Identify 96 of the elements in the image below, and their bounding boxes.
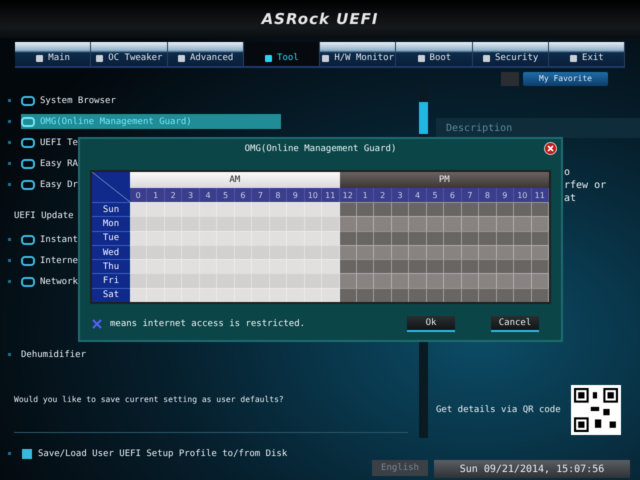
menu-item[interactable]: Easy Dr bbox=[21, 177, 82, 192]
hour-header: 6 bbox=[444, 188, 462, 202]
menu-item[interactable]: Save/Load User UEFI Setup Profile to/from Disk bbox=[21, 446, 292, 461]
time-slot[interactable] bbox=[479, 288, 497, 302]
menu-item-icon bbox=[21, 158, 35, 170]
tab-icon bbox=[569, 54, 578, 63]
time-slot[interactable] bbox=[130, 288, 148, 302]
tab-icon bbox=[482, 54, 491, 63]
hour-header: 6 bbox=[234, 188, 252, 202]
time-slot[interactable] bbox=[147, 288, 165, 302]
menu-tab[interactable]: Boot bbox=[396, 42, 472, 66]
qr-label: Get details via QR code bbox=[436, 405, 561, 415]
day-label: Tue bbox=[92, 230, 130, 245]
save-prompt: Would you like to save current setting as user defaults? bbox=[13, 395, 285, 404]
hour-header: 0 bbox=[130, 188, 148, 202]
tab-icon bbox=[35, 54, 44, 63]
favorite-button[interactable]: My Favorite bbox=[523, 72, 608, 86]
time-slot[interactable] bbox=[287, 288, 305, 302]
menu-tab[interactable]: Tool bbox=[244, 42, 320, 66]
hour-header: 1 bbox=[147, 188, 165, 202]
description-text: rfew or bbox=[564, 179, 606, 192]
time-slot[interactable] bbox=[409, 288, 427, 302]
hour-header: 3 bbox=[392, 188, 410, 202]
time-slot[interactable] bbox=[322, 288, 340, 302]
hour-header: 10 bbox=[304, 188, 322, 202]
hour-header: 11 bbox=[322, 188, 340, 202]
menu-tab[interactable]: Main bbox=[15, 42, 92, 66]
menu-item[interactable]: Interne bbox=[21, 253, 82, 268]
hour-header: 8 bbox=[270, 188, 288, 202]
corner-cell bbox=[92, 172, 130, 202]
dialog-button[interactable]: Cancel bbox=[491, 316, 539, 332]
dialog-title: OMG(Online Management Guard) bbox=[244, 144, 396, 154]
menu-item-icon bbox=[21, 94, 35, 106]
hour-header: 11 bbox=[532, 188, 549, 202]
hour-header: 5 bbox=[217, 188, 235, 202]
day-label: Fri bbox=[92, 273, 130, 288]
menu-item-icon bbox=[21, 136, 35, 148]
time-slot[interactable] bbox=[374, 288, 392, 302]
pm-header: PM bbox=[340, 172, 549, 188]
day-label: Wed bbox=[92, 244, 130, 260]
hour-header: 3 bbox=[182, 188, 200, 202]
tab-icon bbox=[95, 54, 104, 63]
date-time: Sun 09/21/2014, 15:07:56 bbox=[434, 460, 630, 478]
hour-header: 9 bbox=[496, 188, 514, 202]
menu-item-icon bbox=[21, 254, 35, 266]
menu-item[interactable]: UEFI Te bbox=[21, 135, 82, 150]
time-slot[interactable] bbox=[514, 288, 532, 302]
menu-item[interactable]: Easy RA bbox=[21, 156, 82, 171]
menu-item-icon bbox=[21, 178, 35, 190]
tab-icon bbox=[176, 54, 186, 63]
hour-header: 10 bbox=[514, 188, 532, 202]
close-icon[interactable] bbox=[544, 142, 557, 155]
menu-tab[interactable]: Exit bbox=[548, 42, 625, 66]
time-slot[interactable] bbox=[182, 288, 200, 302]
description-text: o bbox=[564, 166, 570, 179]
hour-header: 1 bbox=[356, 188, 374, 202]
menu-tab[interactable]: Security bbox=[472, 42, 549, 66]
tab-icon bbox=[264, 54, 274, 63]
menu-item-icon bbox=[21, 276, 35, 288]
hour-header: 2 bbox=[374, 188, 392, 202]
qr-code-icon bbox=[570, 385, 621, 435]
setting-label: Dehumidifier bbox=[21, 350, 86, 360]
time-slot[interactable] bbox=[444, 288, 462, 302]
menu-item[interactable]: Network bbox=[21, 274, 82, 289]
menu-item-icon bbox=[21, 116, 35, 128]
hour-header: 9 bbox=[287, 188, 305, 202]
hour-header: 5 bbox=[426, 188, 444, 202]
menu-item[interactable]: System Browser bbox=[21, 93, 120, 108]
day-label: Sat bbox=[92, 288, 130, 302]
day-label: Thu bbox=[92, 259, 130, 274]
time-slot[interactable] bbox=[217, 288, 235, 302]
menu-tab[interactable]: OC Tweaker bbox=[91, 42, 168, 66]
hour-header: 12 bbox=[340, 188, 357, 202]
legend-text: means internet access is restricted. bbox=[110, 319, 306, 330]
time-slot[interactable] bbox=[252, 288, 270, 302]
menu-item-icon bbox=[21, 234, 35, 246]
section-label: UEFI Update bbox=[14, 211, 74, 221]
cross-icon bbox=[92, 319, 102, 330]
tab-icon bbox=[321, 54, 330, 63]
hour-header: 4 bbox=[409, 188, 427, 202]
description-text: at bbox=[564, 192, 576, 205]
dropdown-toggle[interactable] bbox=[501, 72, 520, 86]
hour-header: 2 bbox=[164, 188, 182, 202]
day-label: Sun bbox=[92, 202, 130, 216]
menu-tab[interactable]: H/W Monitor bbox=[320, 42, 396, 66]
hour-header: 7 bbox=[462, 188, 480, 202]
tab-icon bbox=[416, 54, 426, 63]
description-header: Description bbox=[436, 118, 640, 138]
am-header: AM bbox=[130, 172, 340, 188]
hour-header: 4 bbox=[200, 188, 218, 202]
hour-header: 7 bbox=[252, 188, 270, 202]
menu-item[interactable]: Instant bbox=[21, 232, 82, 247]
dialog-button[interactable]: Ok bbox=[407, 316, 455, 332]
day-label: Mon bbox=[92, 216, 130, 231]
hour-header: 8 bbox=[479, 188, 497, 202]
logo: ASRock UEFI bbox=[262, 10, 378, 28]
